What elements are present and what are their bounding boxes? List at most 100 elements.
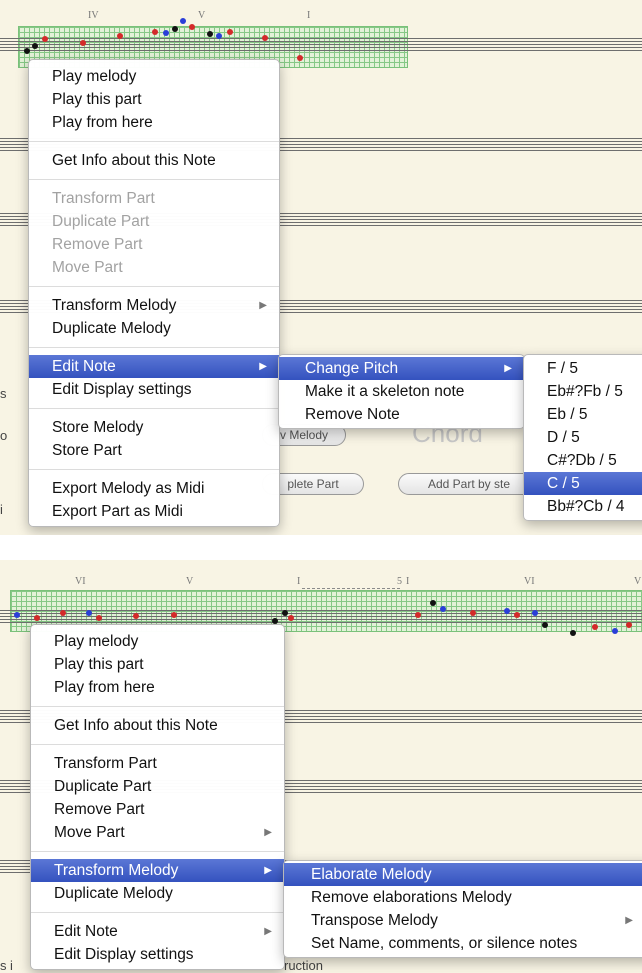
- menu-item-duplicate-part: Duplicate Part: [52, 213, 150, 230]
- note[interactable]: [189, 24, 195, 30]
- note[interactable]: [172, 26, 178, 32]
- menu-item-change-pitch[interactable]: Change Pitch ▶: [279, 357, 524, 380]
- menu-item-store-part[interactable]: Store Part: [29, 439, 279, 462]
- menu-item-pitch[interactable]: Eb / 5: [524, 403, 642, 426]
- note[interactable]: [570, 630, 576, 636]
- menu-item-pitch[interactable]: Eb#?Fb / 5: [524, 380, 642, 403]
- menu-item-label: Transpose Melody: [311, 912, 438, 929]
- menu-item-play-from-here[interactable]: Play from here: [29, 111, 279, 134]
- note[interactable]: [415, 612, 421, 618]
- note[interactable]: [532, 610, 538, 616]
- transform-melody-submenu: Elaborate Melody Remove elaborations Mel…: [283, 860, 642, 958]
- triangle-right-icon: ▶: [259, 361, 267, 372]
- menu-item-pitch[interactable]: Bb#?Cb / 4: [524, 495, 642, 518]
- menu-item-edit-note[interactable]: Edit Note ▶: [31, 920, 284, 943]
- roman-numeral-5: 5: [397, 576, 402, 587]
- menu-item-play-from-here[interactable]: Play from here: [31, 676, 284, 699]
- menu-item-elaborate-melody[interactable]: Elaborate Melody: [284, 863, 642, 886]
- note[interactable]: [440, 606, 446, 612]
- menu-item-remove-part[interactable]: Remove Part: [31, 798, 284, 821]
- menu-item-play-this-part[interactable]: Play this part: [31, 653, 284, 676]
- menu-item-get-info[interactable]: Get Info about this Note: [31, 714, 284, 737]
- context-menu: Play melody Play this part Play from her…: [28, 59, 280, 527]
- note[interactable]: [86, 610, 92, 616]
- menu-item-play-melody[interactable]: Play melody: [31, 630, 284, 653]
- menu-item-play-melody[interactable]: Play melody: [29, 65, 279, 88]
- selection-dashed-line: [302, 588, 400, 589]
- note[interactable]: [612, 628, 618, 634]
- note[interactable]: [152, 29, 158, 35]
- note[interactable]: [133, 613, 139, 619]
- menu-item-get-info[interactable]: Get Info about this Note: [29, 149, 279, 172]
- menu-item-transpose-melody[interactable]: Transpose Melody ▶: [284, 909, 642, 932]
- menu-item-store-melody[interactable]: Store Melody: [29, 416, 279, 439]
- note[interactable]: [504, 608, 510, 614]
- menu-item-export-part-midi[interactable]: Export Part as Midi: [29, 500, 279, 523]
- menu-item-pitch[interactable]: C / 5: [524, 472, 642, 495]
- note[interactable]: [42, 36, 48, 42]
- menu-separator: [29, 286, 279, 287]
- note[interactable]: [34, 615, 40, 621]
- menu-item-remove-part: Remove Part: [52, 236, 143, 253]
- note[interactable]: [163, 30, 169, 36]
- menu-item-remove-elaborations[interactable]: Remove elaborations Melody: [284, 886, 642, 909]
- note[interactable]: [430, 600, 436, 606]
- note[interactable]: [80, 40, 86, 46]
- menu-item-label: Move Part: [54, 824, 125, 841]
- add-part-by-step-button[interactable]: Add Part by ste: [398, 473, 540, 495]
- menu-item-duplicate-melody[interactable]: Duplicate Melody: [29, 317, 279, 340]
- menu-item-edit-display-settings[interactable]: Edit Display settings: [31, 943, 284, 966]
- menu-item-pitch[interactable]: D / 5: [524, 426, 642, 449]
- menu-item-duplicate-melody[interactable]: Duplicate Melody: [31, 882, 284, 905]
- menu-item-move-part: Move Part: [52, 259, 123, 276]
- menu-item-label: Transform Melody: [52, 297, 177, 314]
- pitch-submenu: F / 5 Eb#?Fb / 5 Eb / 5 D / 5 C#?Db / 5 …: [523, 354, 642, 521]
- menu-item-edit-note[interactable]: Edit Note ▶: [29, 355, 279, 378]
- roman-numeral-i: I: [406, 576, 410, 587]
- menu-item-set-name-comments[interactable]: Set Name, comments, or silence notes: [284, 932, 642, 955]
- menu-item-play-this-part[interactable]: Play this part: [29, 88, 279, 111]
- menu-item-move-part[interactable]: Move Part ▶: [31, 821, 284, 844]
- note[interactable]: [171, 612, 177, 618]
- menu-item-pitch[interactable]: C#?Db / 5: [524, 449, 642, 472]
- note[interactable]: [297, 55, 303, 61]
- note[interactable]: [207, 31, 213, 37]
- note[interactable]: [514, 612, 520, 618]
- note[interactable]: [117, 33, 123, 39]
- note[interactable]: [227, 29, 233, 35]
- note[interactable]: [626, 622, 632, 628]
- note[interactable]: [262, 35, 268, 41]
- triangle-right-icon: ▶: [625, 915, 633, 926]
- background-text: i: [10, 958, 13, 973]
- note[interactable]: [542, 622, 548, 628]
- menu-item-export-melody-midi[interactable]: Export Melody as Midi: [29, 477, 279, 500]
- menu-item-remove-note[interactable]: Remove Note: [279, 403, 524, 426]
- menu-separator: [29, 179, 279, 180]
- menu-separator: [29, 469, 279, 470]
- menu-item-transform-melody[interactable]: Transform Melody ▶: [29, 294, 279, 317]
- note[interactable]: [288, 615, 294, 621]
- menu-item-transform-melody[interactable]: Transform Melody ▶: [31, 859, 284, 882]
- triangle-right-icon: ▶: [259, 300, 267, 311]
- note[interactable]: [60, 610, 66, 616]
- menu-item-make-skeleton-note[interactable]: Make it a skeleton note: [279, 380, 524, 403]
- menu-item-edit-display-settings[interactable]: Edit Display settings: [29, 378, 279, 401]
- menu-separator: [31, 706, 284, 707]
- note[interactable]: [14, 612, 20, 618]
- menu-item-pitch[interactable]: F / 5: [524, 357, 642, 380]
- note[interactable]: [592, 624, 598, 630]
- note[interactable]: [282, 610, 288, 616]
- triangle-right-icon: ▶: [504, 363, 512, 374]
- note[interactable]: [216, 33, 222, 39]
- menu-separator: [31, 912, 284, 913]
- context-menu: Play melody Play this part Play from her…: [30, 624, 285, 970]
- note[interactable]: [24, 48, 30, 54]
- note[interactable]: [470, 610, 476, 616]
- menu-separator: [29, 408, 279, 409]
- menu-item-transform-part[interactable]: Transform Part: [31, 752, 284, 775]
- menu-item-duplicate-part[interactable]: Duplicate Part: [31, 775, 284, 798]
- note[interactable]: [32, 43, 38, 49]
- note[interactable]: [96, 615, 102, 621]
- background-text: s: [0, 386, 7, 401]
- note[interactable]: [180, 18, 186, 24]
